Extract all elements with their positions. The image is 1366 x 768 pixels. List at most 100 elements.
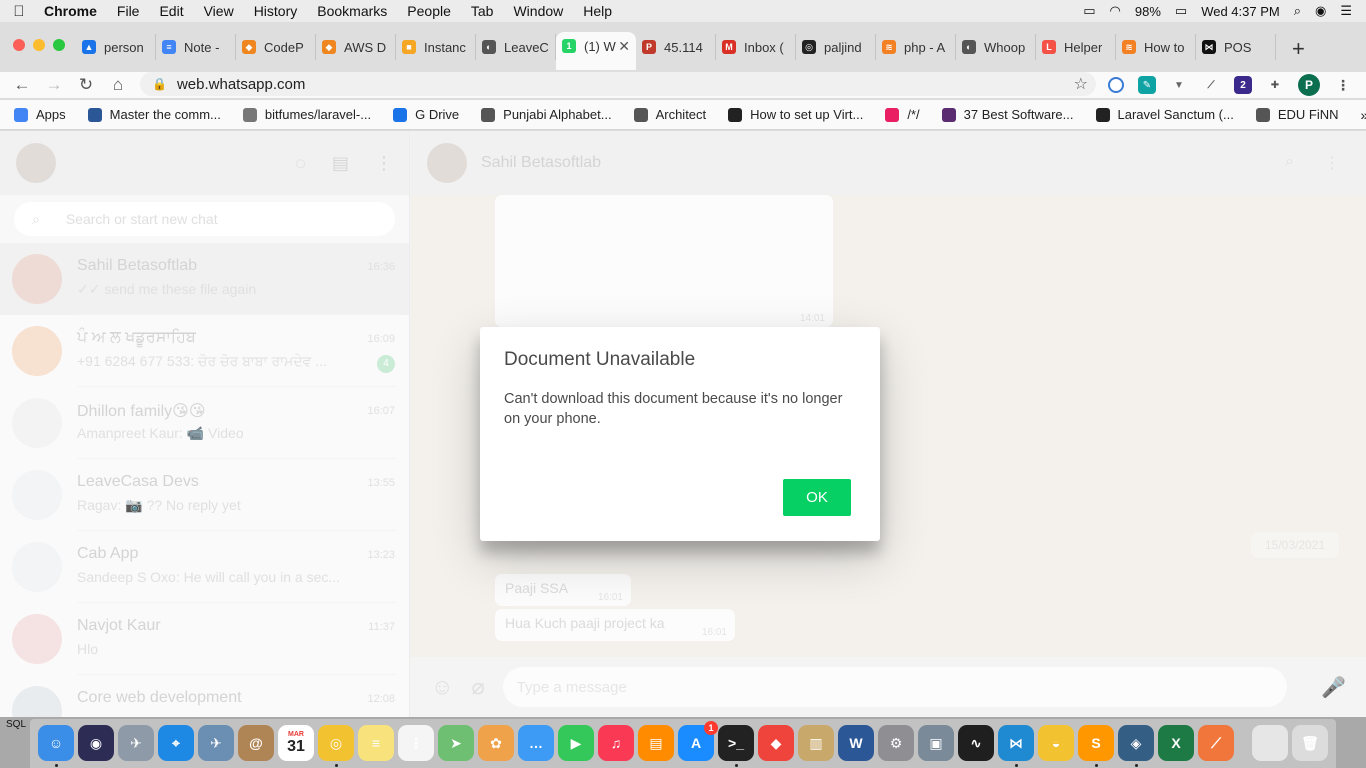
mysql-workbench-icon[interactable]: ◈	[1118, 725, 1154, 761]
apple-menu-icon[interactable]: 	[0, 3, 38, 20]
browser-tab[interactable]: ≡ Note -	[156, 34, 236, 60]
lock-icon[interactable]: 🔒	[152, 77, 167, 91]
clock[interactable]: Wed 4:37 PM	[1201, 4, 1280, 19]
menu-window[interactable]: Window	[503, 3, 573, 19]
minimize-window-button[interactable]	[33, 39, 45, 51]
notification-center-icon[interactable]: ☰	[1340, 3, 1352, 19]
trash-icon[interactable]: 🗑	[1292, 725, 1328, 761]
spotlight-search-icon[interactable]: ⌕	[1294, 3, 1301, 19]
music-icon[interactable]: ♫	[598, 725, 634, 761]
preview-icon[interactable]: ✈	[198, 725, 234, 761]
close-tab-icon[interactable]: ✕	[618, 38, 630, 55]
safari-icon[interactable]: ⌖	[158, 725, 194, 761]
image-capture-icon[interactable]: ▣	[918, 725, 954, 761]
contacts-icon[interactable]: @	[238, 725, 274, 761]
browser-tab[interactable]: ≋ How to	[1116, 34, 1196, 60]
menu-bookmarks[interactable]: Bookmarks	[307, 3, 397, 19]
browser-tab[interactable]: M Inbox (	[716, 34, 796, 60]
browser-tab[interactable]: ◐ LeaveC	[476, 34, 556, 60]
browser-tab[interactable]: 1 (1) W ✕	[556, 32, 636, 70]
bookmarks-overflow-icon[interactable]: »	[1361, 107, 1366, 123]
close-window-button[interactable]	[13, 39, 25, 51]
zoom-window-button[interactable]	[53, 39, 65, 51]
menu-history[interactable]: History	[244, 3, 308, 19]
bookmark-item[interactable]: Laravel Sanctum (...	[1095, 107, 1234, 122]
battery-icon[interactable]: ▭	[1175, 3, 1187, 19]
browser-tab[interactable]: L Helper	[1036, 34, 1116, 60]
bookmark-item[interactable]: EDU FiNN	[1255, 107, 1339, 122]
extensions-puzzle-icon[interactable]: ✚	[1266, 76, 1284, 94]
wifi-icon[interactable]: ◠	[1110, 3, 1121, 19]
menu-people[interactable]: People	[397, 3, 461, 19]
calendar-icon[interactable]: MAR 31	[278, 725, 314, 761]
extension-vuejs-icon[interactable]: ▼	[1170, 76, 1188, 94]
downloads-stack-icon[interactable]	[1252, 725, 1288, 761]
bookmark-item[interactable]: /*/	[885, 107, 920, 122]
bookmark-item[interactable]: Apps	[14, 107, 66, 122]
xcode-instruments-icon[interactable]: ⟋	[1198, 725, 1234, 761]
profile-avatar[interactable]: P	[1298, 74, 1320, 96]
extension-ring-icon[interactable]	[1108, 77, 1124, 93]
menu-app-chrome[interactable]: Chrome	[38, 3, 107, 19]
menu-file[interactable]: File	[107, 3, 150, 19]
menu-tab[interactable]: Tab	[461, 3, 504, 19]
back-icon[interactable]: ←	[6, 75, 38, 95]
menu-view[interactable]: View	[194, 3, 244, 19]
bookmark-item[interactable]: bitfumes/laravel-...	[242, 107, 371, 122]
siri-icon[interactable]: ◉	[78, 725, 114, 761]
home-icon[interactable]: ⌂	[102, 75, 134, 95]
books-icon[interactable]: ▤	[638, 725, 674, 761]
browser-tab[interactable]: ◎ paljind	[796, 34, 876, 60]
word-icon[interactable]: W	[838, 725, 874, 761]
vscode-icon[interactable]: ⋈	[998, 725, 1034, 761]
forward-icon[interactable]: →	[38, 75, 70, 95]
notes-icon[interactable]: ≡	[358, 725, 394, 761]
bookmark-item[interactable]: 37 Best Software...	[941, 107, 1074, 122]
browser-tab[interactable]: ◆ AWS D	[316, 34, 396, 60]
archive-icon[interactable]: ▥	[798, 725, 834, 761]
browser-tab[interactable]: ≋ php - A	[876, 34, 956, 60]
maps-icon[interactable]: ➤	[438, 725, 474, 761]
menu-help[interactable]: Help	[573, 3, 622, 19]
messages-icon[interactable]: …	[518, 725, 554, 761]
bookmark-item[interactable]: Punjabi Alphabet...	[481, 107, 612, 122]
browser-tab[interactable]: ▲ person	[76, 34, 156, 60]
extension-teal-icon[interactable]: ✎	[1138, 76, 1156, 94]
address-bar[interactable]: 🔒 web.whatsapp.com ☆	[140, 72, 1096, 96]
sublime-icon[interactable]: S	[1078, 725, 1114, 761]
bookmark-item[interactable]: Architect	[633, 107, 706, 122]
finder-icon[interactable]: ☺	[38, 725, 74, 761]
new-tab-button[interactable]: +	[1292, 36, 1305, 62]
battery-percent[interactable]: 98%	[1135, 4, 1161, 19]
extension-eyedropper-icon[interactable]: ⟋	[1202, 76, 1220, 94]
menu-edit[interactable]: Edit	[149, 3, 193, 19]
browser-tab[interactable]: ◐ Whoop	[956, 34, 1036, 60]
browser-tab[interactable]: ■ Instanc	[396, 34, 476, 60]
bookmark-star-icon[interactable]: ☆	[1074, 74, 1088, 94]
facetime-icon[interactable]: ▶	[558, 725, 594, 761]
reminders-icon[interactable]: ⋮	[398, 725, 434, 761]
url-text[interactable]: web.whatsapp.com	[177, 76, 305, 93]
reload-icon[interactable]: ↻	[70, 75, 102, 95]
bookmark-item[interactable]: G Drive	[393, 107, 459, 122]
app-store-icon[interactable]: A1	[678, 721, 718, 761]
terminal-icon[interactable]: >_	[718, 725, 754, 761]
excel-icon[interactable]: X	[1158, 725, 1194, 761]
screen-mirroring-icon[interactable]: ▭	[1083, 3, 1095, 19]
photos-icon[interactable]: ✿	[478, 725, 514, 761]
browser-tab[interactable]: ⋈ POS	[1196, 34, 1276, 60]
chrome-icon[interactable]: ◎	[318, 725, 354, 761]
browser-tab[interactable]: P 45.114	[636, 34, 716, 60]
bookmark-item[interactable]: How to set up Virt...	[728, 107, 863, 122]
ok-button[interactable]: OK	[783, 479, 851, 516]
launchpad-icon[interactable]: ✈	[118, 725, 154, 761]
system-preferences-icon[interactable]: ⚙	[878, 725, 914, 761]
extension-cap-icon[interactable]: 2	[1234, 76, 1252, 94]
activity-monitor-icon[interactable]: ∿	[958, 725, 994, 761]
siri-icon[interactable]: ◉	[1315, 3, 1326, 19]
cyberduck-icon[interactable]: ◒	[1038, 725, 1074, 761]
bookmark-item[interactable]: Master the comm...	[87, 107, 221, 122]
chrome-menu-icon[interactable]: ⋮	[1334, 76, 1352, 94]
browser-tab[interactable]: ◆ CodeP	[236, 34, 316, 60]
anydesk-icon[interactable]: ◆	[758, 725, 794, 761]
